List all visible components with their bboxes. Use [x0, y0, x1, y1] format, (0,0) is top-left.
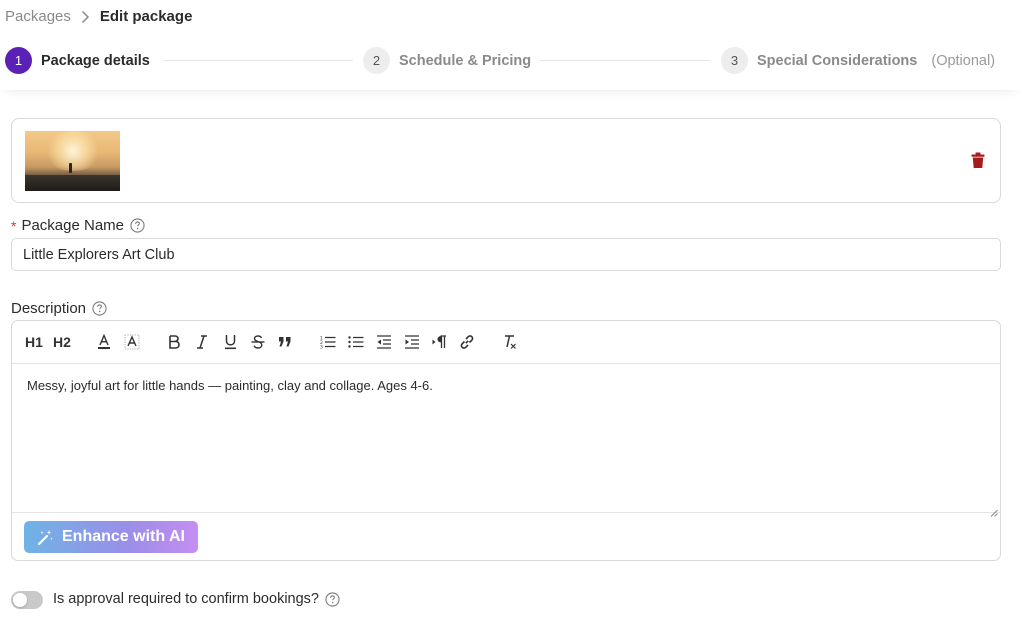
magic-wand-icon — [37, 529, 54, 546]
description-label-text: Description — [11, 300, 87, 317]
thumbnail-sun — [43, 131, 103, 171]
package-name-label: * Package Name — [11, 217, 145, 234]
step-schedule-pricing[interactable]: 2 Schedule & Pricing — [363, 47, 531, 74]
step-label: Special Considerations — [757, 52, 918, 69]
heading-1-button[interactable]: H1 — [24, 332, 44, 352]
package-name-label-text: Package Name — [21, 217, 125, 234]
enhance-with-ai-button[interactable]: Enhance with AI — [24, 521, 198, 553]
step-number: 3 — [721, 47, 748, 74]
breadcrumb-packages-link[interactable]: Packages — [5, 8, 71, 25]
question-circle-icon[interactable] — [130, 218, 145, 233]
package-name-input[interactable] — [11, 238, 1001, 271]
editor-toolbar: H1 H2 123 — [12, 321, 1000, 364]
toggle-knob — [13, 593, 27, 607]
description-label: Description — [11, 300, 107, 317]
ordered-list-icon[interactable]: 123 — [319, 332, 337, 352]
outdent-icon[interactable] — [375, 332, 393, 352]
step-label: Schedule & Pricing — [399, 52, 532, 69]
required-marker: * — [11, 217, 17, 234]
question-circle-icon[interactable] — [92, 301, 107, 316]
italic-icon[interactable] — [194, 332, 210, 352]
resize-handle-icon[interactable] — [990, 504, 998, 522]
step-package-details[interactable]: 1 Package details — [5, 47, 150, 74]
breadcrumb-current: Edit package — [99, 8, 193, 25]
step-number: 2 — [363, 47, 390, 74]
question-circle-icon[interactable] — [325, 591, 340, 607]
thumbnail-ground — [25, 175, 120, 191]
bold-icon[interactable] — [166, 332, 182, 352]
step-optional-tag: (Optional) — [931, 52, 996, 69]
package-image-card — [11, 118, 1001, 203]
step-connector — [540, 60, 710, 61]
indent-icon[interactable] — [403, 332, 421, 352]
package-image-thumbnail[interactable] — [25, 131, 120, 191]
font-color-icon[interactable] — [96, 332, 112, 352]
page-header: Packages Edit package 1 Package details … — [0, 0, 1022, 90]
chevron-right-icon — [81, 10, 90, 24]
strikethrough-icon[interactable] — [250, 332, 266, 352]
description-editor: H1 H2 123 Messy, joyful art for little h… — [11, 320, 1001, 561]
approval-toggle-label: Is approval required to confirm bookings… — [53, 591, 340, 607]
thumbnail-figure — [69, 163, 72, 173]
step-label: Package details — [41, 52, 150, 69]
step-special-considerations[interactable]: 3 Special Considerations (Optional) — [721, 47, 995, 74]
text-direction-icon[interactable] — [431, 332, 447, 352]
highlight-icon[interactable] — [123, 332, 141, 352]
clear-format-icon[interactable] — [501, 332, 519, 352]
trash-icon[interactable] — [971, 152, 985, 174]
description-content[interactable]: Messy, joyful art for little hands — pai… — [12, 364, 1000, 513]
underline-icon[interactable] — [222, 332, 238, 352]
approval-toggle[interactable] — [11, 591, 43, 609]
quote-icon[interactable] — [277, 332, 293, 352]
breadcrumb: Packages Edit package — [5, 8, 192, 25]
link-icon[interactable] — [458, 332, 476, 352]
step-connector — [163, 60, 353, 61]
approval-label-text: Is approval required to confirm bookings… — [53, 591, 319, 607]
bullet-list-icon[interactable] — [347, 332, 365, 352]
step-number: 1 — [5, 47, 32, 74]
svg-text:3: 3 — [320, 345, 323, 350]
enhance-with-ai-label: Enhance with AI — [62, 528, 185, 545]
heading-2-button[interactable]: H2 — [52, 332, 72, 352]
